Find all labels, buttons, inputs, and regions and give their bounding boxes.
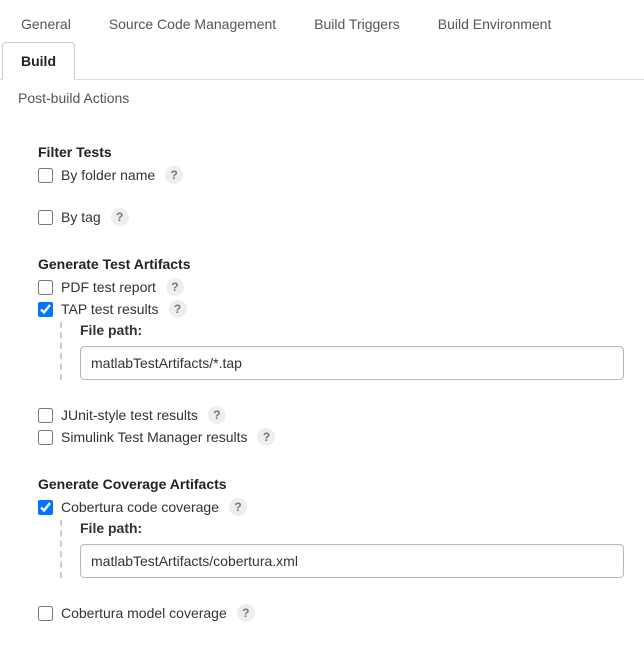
- row-cobertura-model: Cobertura model coverage ?: [38, 604, 624, 622]
- row-by-tag: By tag ?: [38, 208, 624, 226]
- tab-bar: General Source Code Management Build Tri…: [0, 0, 644, 80]
- checkbox-cobertura-code-coverage[interactable]: [38, 500, 53, 515]
- checkbox-tap-test-results[interactable]: [38, 302, 53, 317]
- help-icon[interactable]: ?: [208, 406, 226, 424]
- checkbox-by-tag[interactable]: [38, 210, 53, 225]
- cobertura-file-path-input[interactable]: [80, 544, 624, 578]
- checkbox-pdf-test-report[interactable]: [38, 280, 53, 295]
- tab-build-environment[interactable]: Build Environment: [419, 5, 571, 42]
- generate-test-artifacts-heading: Generate Test Artifacts: [38, 256, 624, 272]
- checkbox-junit-results[interactable]: [38, 408, 53, 423]
- row-pdf-report: PDF test report ?: [38, 278, 624, 296]
- checkbox-simulink-results[interactable]: [38, 430, 53, 445]
- tap-file-path-input[interactable]: [80, 346, 624, 380]
- tap-file-path-label: File path:: [80, 322, 624, 338]
- help-icon[interactable]: ?: [166, 278, 184, 296]
- label-cobertura-code-coverage: Cobertura code coverage: [61, 499, 219, 515]
- tab-row-2: Post-build Actions: [0, 80, 644, 116]
- label-tap-test-results: TAP test results: [61, 301, 159, 317]
- help-icon[interactable]: ?: [237, 604, 255, 622]
- checkbox-by-folder-name[interactable]: [38, 168, 53, 183]
- tab-scm[interactable]: Source Code Management: [90, 5, 295, 42]
- checkbox-cobertura-model-coverage[interactable]: [38, 606, 53, 621]
- generate-coverage-artifacts-heading: Generate Coverage Artifacts: [38, 476, 624, 492]
- row-tap-results: TAP test results ?: [38, 300, 624, 318]
- help-icon[interactable]: ?: [165, 166, 183, 184]
- tab-build[interactable]: Build: [2, 42, 75, 80]
- help-icon[interactable]: ?: [111, 208, 129, 226]
- label-simulink-results: Simulink Test Manager results: [61, 429, 247, 445]
- label-by-folder-name: By folder name: [61, 167, 155, 183]
- help-icon[interactable]: ?: [257, 428, 275, 446]
- label-by-tag: By tag: [61, 209, 101, 225]
- row-by-folder: By folder name ?: [38, 166, 624, 184]
- row-simulink: Simulink Test Manager results ?: [38, 428, 624, 446]
- cobertura-nested-panel: File path:: [60, 520, 624, 578]
- build-config-panel: Filter Tests By folder name ? By tag ? G…: [0, 116, 644, 646]
- help-icon[interactable]: ?: [169, 300, 187, 318]
- row-junit: JUnit-style test results ?: [38, 406, 624, 424]
- tab-post-build-actions[interactable]: Post-build Actions: [0, 80, 644, 116]
- tap-nested-panel: File path:: [60, 322, 624, 380]
- label-pdf-test-report: PDF test report: [61, 279, 156, 295]
- row-cobertura-code: Cobertura code coverage ?: [38, 498, 624, 516]
- filter-tests-heading: Filter Tests: [38, 144, 624, 160]
- cobertura-file-path-label: File path:: [80, 520, 624, 536]
- label-junit-results: JUnit-style test results: [61, 407, 198, 423]
- label-cobertura-model-coverage: Cobertura model coverage: [61, 605, 227, 621]
- tab-general[interactable]: General: [2, 5, 90, 42]
- help-icon[interactable]: ?: [229, 498, 247, 516]
- tab-build-triggers[interactable]: Build Triggers: [295, 5, 419, 42]
